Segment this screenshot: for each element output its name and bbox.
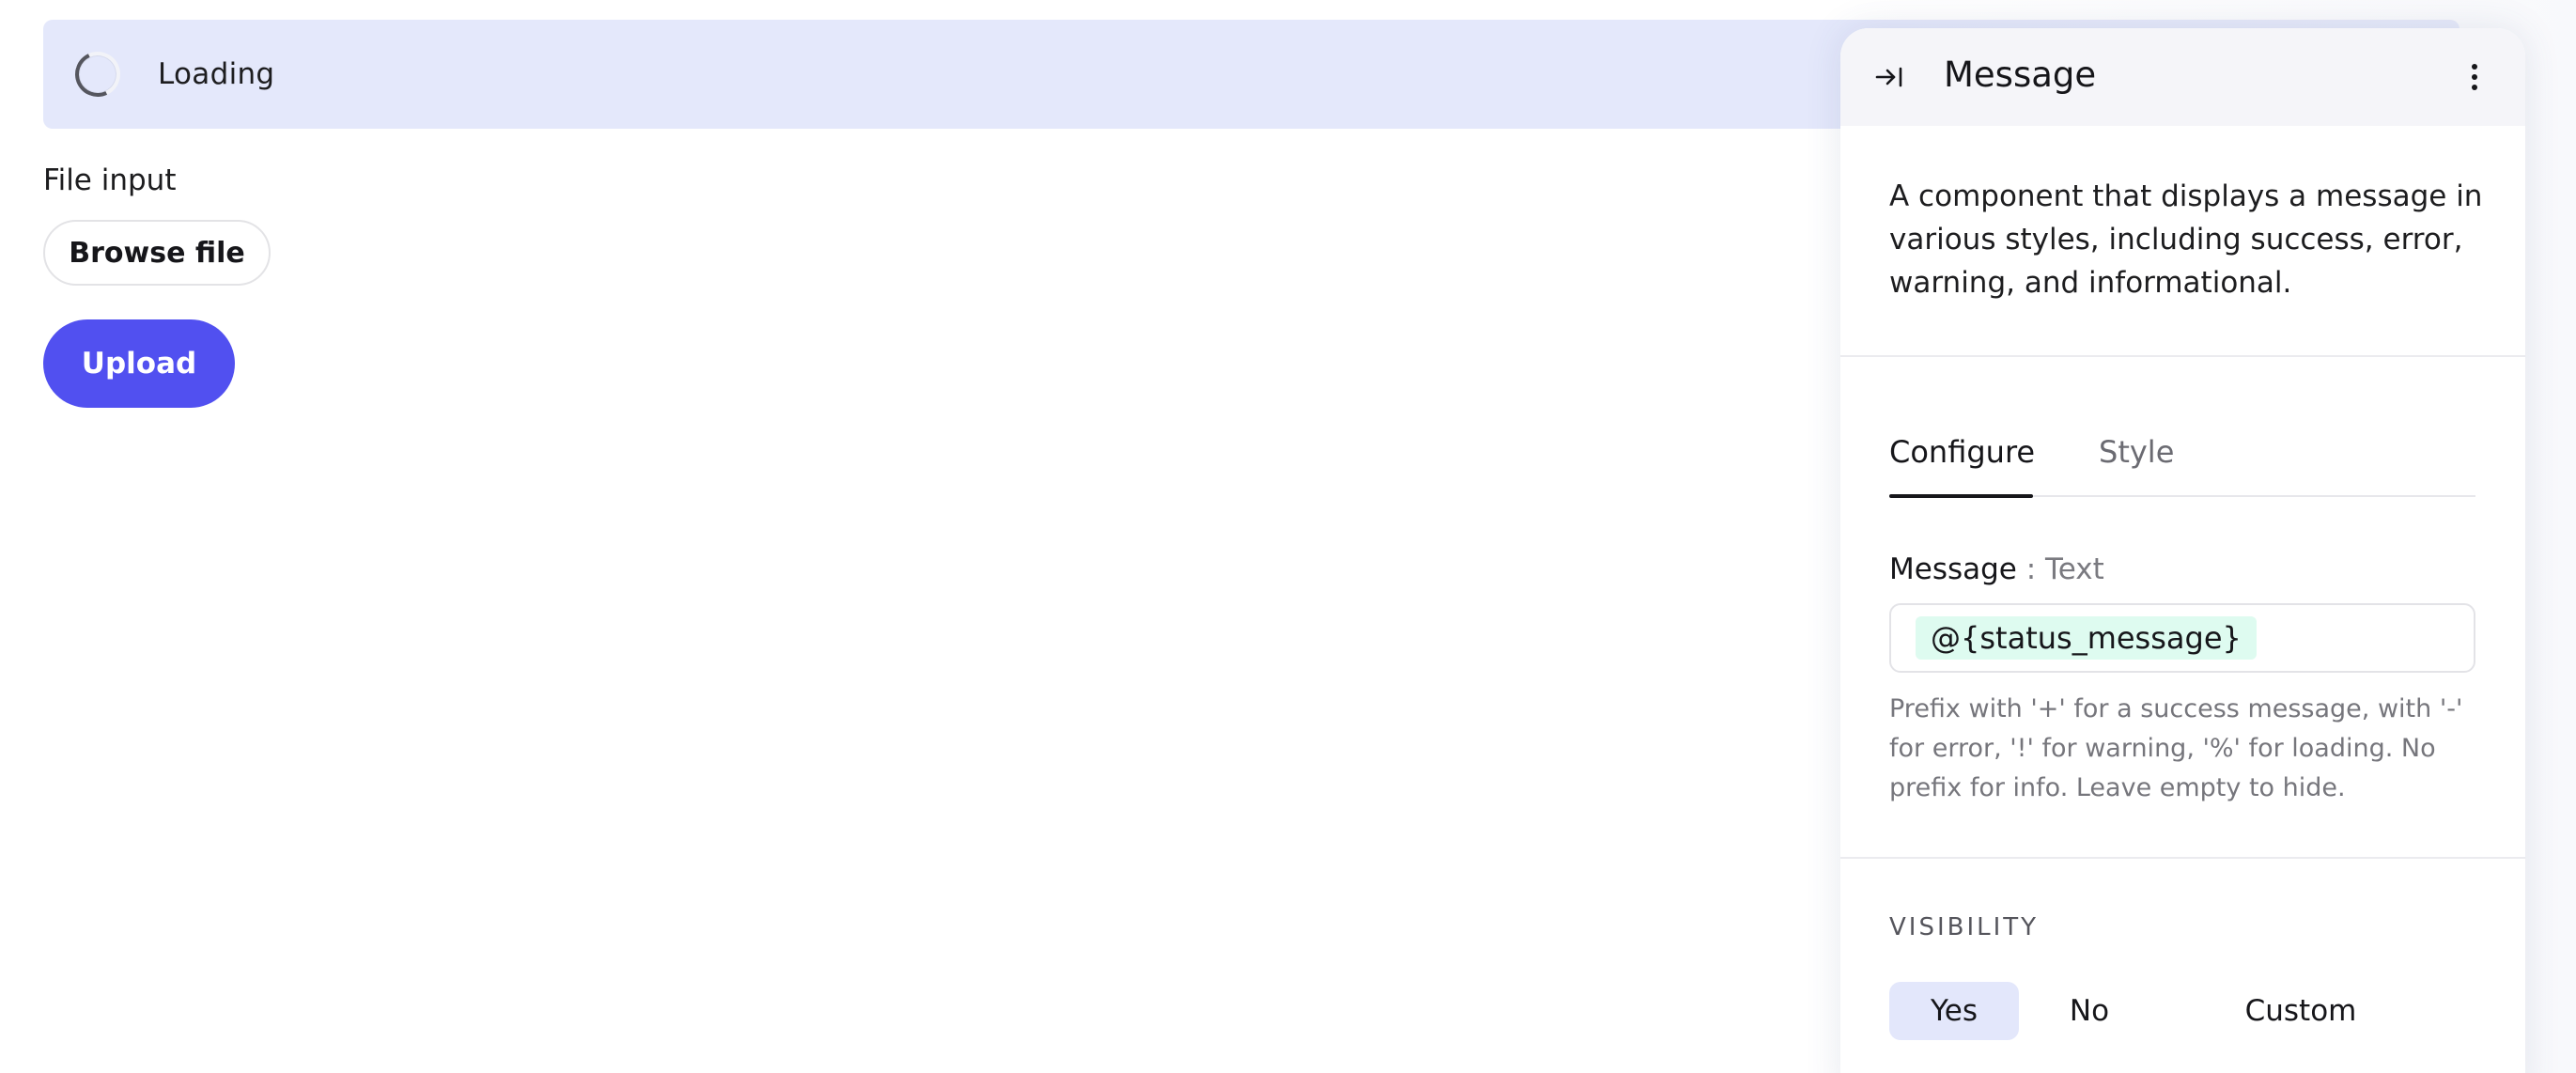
app-canvas: Loading File input Browse file Upload Me…	[0, 0, 2576, 1073]
panel-header: Message	[1840, 28, 2525, 126]
visibility-custom-option[interactable]: Custom	[2221, 982, 2381, 1040]
upload-button[interactable]: Upload	[43, 319, 235, 408]
inspector-panel: Message A component that displays a mess…	[1840, 28, 2525, 1073]
loading-text: Loading	[158, 57, 275, 91]
panel-title: Message	[1944, 54, 2097, 95]
active-tab-indicator	[1889, 494, 2033, 498]
section-divider	[1840, 355, 2525, 357]
tab-style[interactable]: Style	[2099, 434, 2174, 470]
file-input-label: File input	[43, 163, 177, 197]
message-help-text: Prefix with '+' for a success message, w…	[1889, 694, 2463, 802]
loading-spinner-icon	[69, 45, 127, 103]
message-field-type: : Text	[2025, 552, 2104, 586]
tab-configure[interactable]: Configure	[1889, 434, 2035, 470]
visibility-heading: VISIBILITY	[1889, 913, 2040, 941]
message-field-label: Message : Text	[1889, 552, 2104, 586]
message-input[interactable]: @{status_message}	[1889, 603, 2475, 673]
browse-file-button[interactable]: Browse file	[43, 220, 271, 286]
collapse-panel-icon[interactable]	[1874, 62, 1904, 92]
kebab-menu-icon[interactable]	[2469, 62, 2480, 92]
message-field-name: Message	[1889, 552, 2017, 586]
visibility-yes-option[interactable]: Yes	[1889, 982, 2019, 1040]
visibility-no-option[interactable]: No	[2038, 982, 2141, 1040]
binding-token[interactable]: @{status_message}	[1916, 616, 2257, 660]
component-description: A component that displays a message in v…	[1889, 179, 2483, 300]
section-divider	[1840, 857, 2525, 859]
